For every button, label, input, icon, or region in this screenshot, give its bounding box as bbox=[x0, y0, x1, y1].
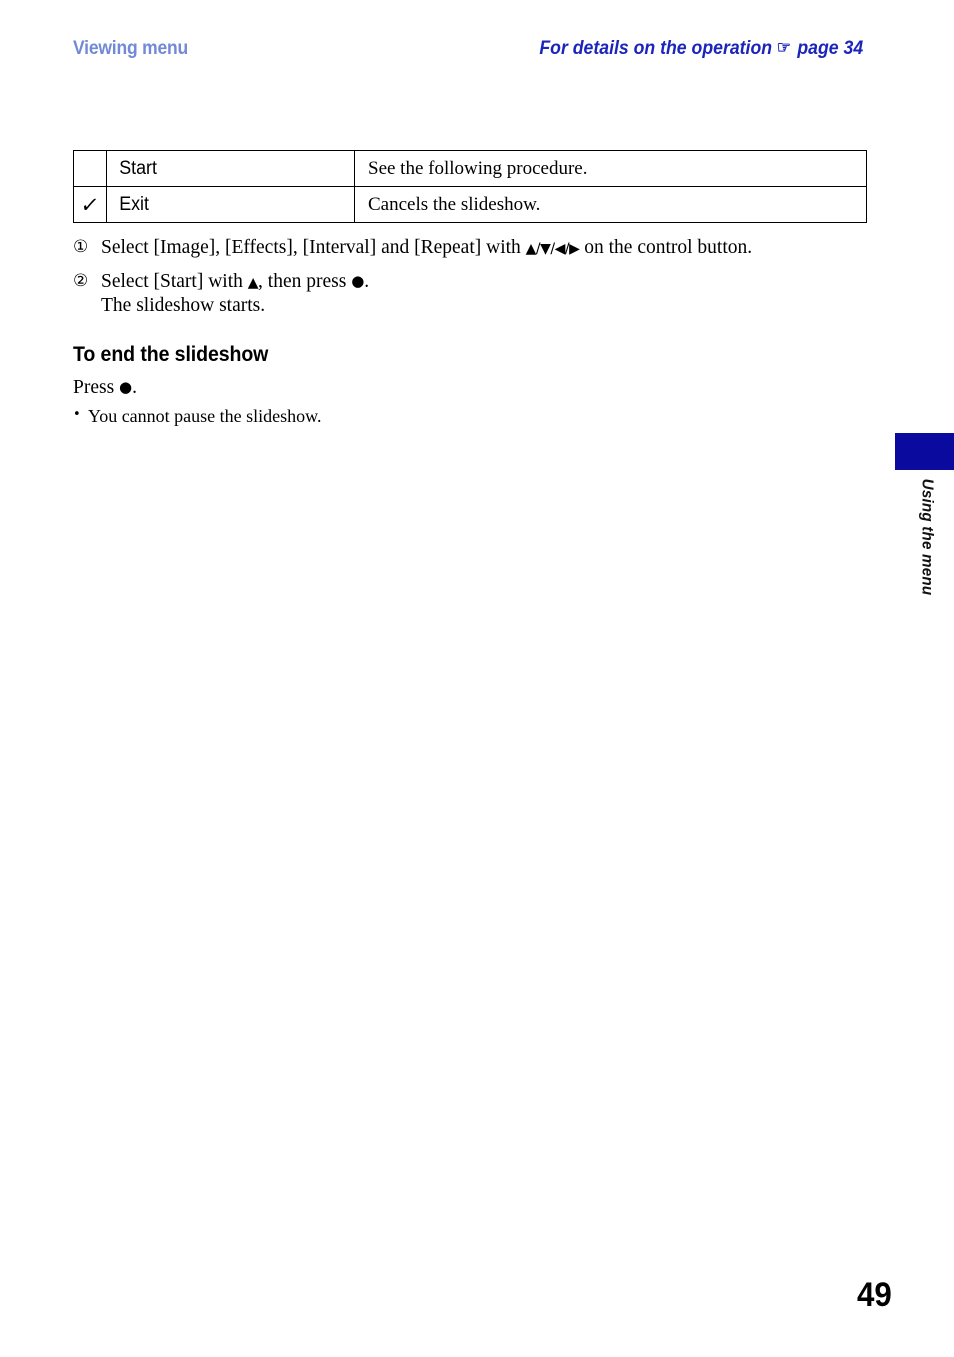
step-text-part-2: , then press bbox=[258, 270, 352, 292]
chapter-thumb-tab bbox=[895, 433, 954, 470]
table-row: ✓ Exit Cancels the slideshow. bbox=[73, 186, 867, 223]
note-text: You cannot pause the slideshow. bbox=[88, 406, 322, 426]
page-running-header: Viewing menu For details on the operatio… bbox=[73, 38, 863, 68]
row-description-cell: See the following procedure. bbox=[354, 150, 867, 187]
row-description-cell: Cancels the slideshow. bbox=[354, 186, 867, 223]
operation-reference-text: For details on the operation bbox=[539, 38, 772, 59]
menu-options-table: Start See the following procedure. ✓ Exi… bbox=[73, 150, 867, 223]
step-number-badge: ① bbox=[73, 237, 89, 257]
step-number-badge: ② bbox=[73, 270, 89, 291]
row-check-cell: ✓ bbox=[73, 186, 107, 223]
row-check-cell bbox=[73, 150, 107, 187]
step-text-part-3: . bbox=[364, 270, 370, 292]
section-heading: To end the slideshow bbox=[73, 343, 269, 366]
step-text-part-1: Select [Start] with bbox=[101, 270, 248, 292]
operation-reference-page: page 34 bbox=[797, 38, 863, 59]
menu-option-description: Cancels the slideshow. bbox=[368, 193, 541, 215]
row-label-cell: Start bbox=[106, 150, 355, 187]
procedure-step-1: ① Select [Image], [Effects], [Interval] … bbox=[73, 236, 873, 260]
press-instruction-period: . bbox=[132, 377, 138, 398]
bullet-icon: • bbox=[73, 407, 81, 422]
notes-list: • You cannot pause the slideshow. bbox=[73, 405, 773, 428]
step-body: Select [Image], [Effects], [Interval] an… bbox=[101, 236, 873, 260]
step-result-text: The slideshow starts. bbox=[101, 294, 266, 316]
center-button-icon: ● bbox=[351, 271, 365, 290]
chapter-title: Viewing menu bbox=[73, 38, 188, 59]
table-row: Start See the following procedure. bbox=[73, 150, 867, 187]
press-instruction-label: Press bbox=[73, 377, 120, 398]
procedure-steps: ① Select [Image], [Effects], [Interval] … bbox=[73, 236, 873, 327]
row-label-cell: Exit bbox=[106, 186, 355, 223]
pointing-hand-icon: ☞ bbox=[776, 38, 791, 57]
chapter-thumb-tab-label-wrap: Using the menu bbox=[895, 470, 954, 630]
step-text-part-1: Select [Image], [Effects], [Interval] an… bbox=[101, 237, 526, 258]
menu-option-label: Start bbox=[119, 157, 157, 179]
step-text-part-2: on the control button. bbox=[579, 237, 753, 258]
step-body: Select [Start] with ▲, then press ●. The… bbox=[101, 270, 873, 318]
press-instruction: Press ●. bbox=[73, 377, 137, 399]
chapter-thumb-tab-label: Using the menu bbox=[918, 478, 936, 596]
operation-reference: For details on the operation ☞ page 34 bbox=[539, 38, 863, 60]
menu-option-description: See the following procedure. bbox=[368, 157, 588, 179]
menu-option-label: Exit bbox=[119, 193, 150, 215]
procedure-step-2: ② Select [Start] with ▲, then press ●. T… bbox=[73, 270, 873, 318]
up-arrow-icon: ▲ bbox=[247, 274, 259, 291]
center-button-icon: ● bbox=[119, 378, 133, 396]
direction-pad-arrows-icon: ▲/▼/◀/▶ bbox=[525, 241, 580, 257]
page-number: 49 bbox=[857, 1276, 892, 1314]
list-item: • You cannot pause the slideshow. bbox=[73, 405, 773, 428]
checkmark-icon: ✓ bbox=[79, 192, 101, 217]
